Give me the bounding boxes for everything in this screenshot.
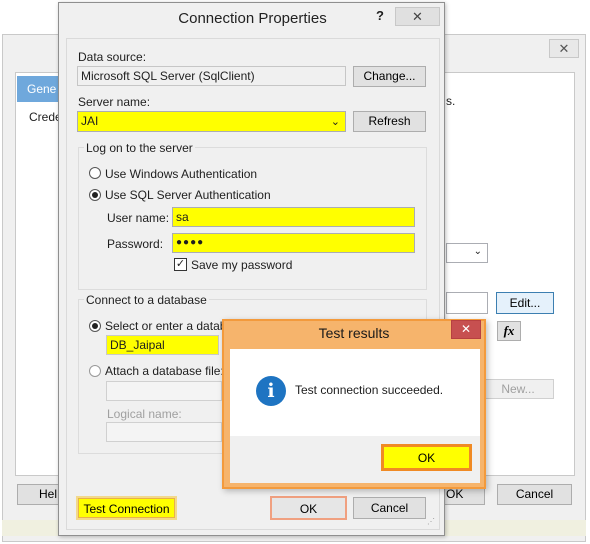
dialog-close-button[interactable]: ✕ <box>395 7 440 26</box>
attach-db-radio[interactable] <box>89 365 101 377</box>
help-icon[interactable]: ? <box>376 8 384 23</box>
dialog-title: Connection Properties <box>178 10 327 27</box>
test-results-close-button[interactable]: ✕ <box>451 320 481 339</box>
chevron-down-icon[interactable]: ⌄ <box>331 113 340 132</box>
test-results-ok-button[interactable]: OK <box>381 444 472 471</box>
test-results-message: Test connection succeeded. <box>295 383 444 397</box>
background-close-button[interactable]: ✕ <box>549 39 579 58</box>
select-db-label-clip: Select or enter a database name: <box>105 319 225 335</box>
sql-auth-label[interactable]: Use SQL Server Authentication <box>105 188 271 202</box>
windows-auth-label[interactable]: Use Windows Authentication <box>105 167 257 181</box>
background-suffix-text: s. <box>446 94 456 108</box>
close-icon: ✕ <box>558 41 570 56</box>
server-name-value: JAI <box>81 114 99 128</box>
data-source-label: Data source: <box>78 50 147 64</box>
windows-auth-radio[interactable] <box>89 167 101 179</box>
background-cancel-button[interactable]: Cancel <box>497 484 572 505</box>
fx-button[interactable]: fx <box>497 321 521 341</box>
username-field[interactable]: sa <box>172 207 415 227</box>
fx-icon: fx <box>503 323 515 338</box>
connect-group-title: Connect to a database <box>84 293 209 307</box>
select-db-radio[interactable] <box>89 320 101 332</box>
dialog-cancel-button[interactable]: Cancel <box>353 497 426 519</box>
close-icon: ✕ <box>460 322 472 336</box>
test-results-title: Test results <box>318 325 390 341</box>
close-icon: ✕ <box>412 9 423 24</box>
logon-group-title: Log on to the server <box>84 141 195 155</box>
change-button[interactable]: Change... <box>353 66 426 87</box>
select-db-label[interactable]: Select or enter a database name: <box>105 319 225 333</box>
edit-button[interactable]: Edit... <box>496 292 554 314</box>
save-password-checkbox[interactable]: ✓ <box>174 258 187 271</box>
refresh-button[interactable]: Refresh <box>353 111 426 132</box>
logical-name-label: Logical name: <box>107 407 182 421</box>
attach-db-label[interactable]: Attach a database file: <box>105 364 224 378</box>
background-textbox[interactable] <box>446 292 488 314</box>
chevron-down-icon: ⌄ <box>473 246 482 257</box>
save-password-label[interactable]: Save my password <box>191 258 292 272</box>
checkmark-icon: ✓ <box>175 258 186 270</box>
background-dropdown[interactable]: ⌄ <box>446 243 488 263</box>
row-credentials[interactable]: Crede <box>29 110 62 124</box>
dialog-ok-button[interactable]: OK <box>270 496 347 520</box>
background-help-button[interactable]: Hel <box>17 484 62 505</box>
new-button: New... <box>482 379 554 399</box>
server-name-label: Server name: <box>78 95 151 109</box>
password-field[interactable]: ●●●● <box>172 233 415 253</box>
database-name-combobox[interactable]: DB_Jaipal <box>106 335 219 355</box>
password-label: Password: <box>107 237 164 251</box>
server-name-combobox[interactable]: JAI ⌄ <box>77 111 346 132</box>
info-icon: i <box>256 376 286 406</box>
data-source-field: Microsoft SQL Server (SqlClient) <box>77 66 346 86</box>
test-connection-button[interactable]: Test Connection <box>76 496 177 520</box>
resize-grip-icon[interactable]: ⋰ <box>427 518 437 529</box>
username-label: User name: <box>107 211 170 225</box>
logical-name-field <box>106 422 222 442</box>
sql-auth-radio[interactable] <box>89 189 101 201</box>
attach-db-field <box>106 381 222 401</box>
